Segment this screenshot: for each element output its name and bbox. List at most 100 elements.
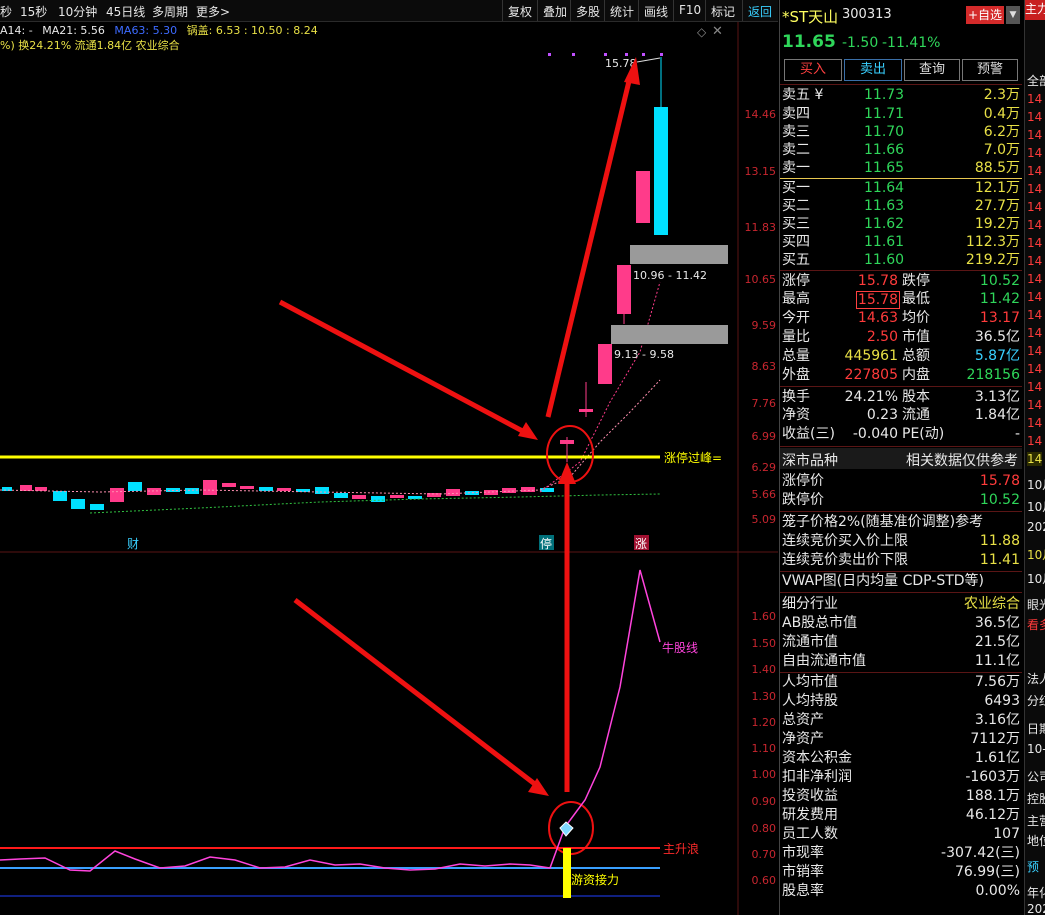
cell-text: 1.61亿 xyxy=(974,750,1020,766)
hot-money-bar xyxy=(563,848,571,898)
cell-text: 人均市值 xyxy=(782,674,838,690)
kline-chart[interactable]: 涨停过峰= 10.96 - 11.42 9.13 - 9.58 15.78 财 … xyxy=(0,22,778,915)
period-15s[interactable]: 15秒 xyxy=(20,3,47,20)
side-panel-truncated[interactable]: 主力 全部 14 14 14 14 14 14 14 14 14 14 14 1… xyxy=(1024,0,1045,915)
chart-mark xyxy=(259,487,273,491)
fundamental-row: 总资产 3.16亿 xyxy=(780,711,1022,730)
period-multi[interactable]: 多周期 xyxy=(152,3,188,20)
chart-mark xyxy=(636,171,650,223)
buy-button[interactable]: 买入 xyxy=(784,59,842,81)
cell-text: 投资收益 xyxy=(782,788,838,804)
axis-label: 1.40 xyxy=(751,663,777,676)
chart-mark xyxy=(90,504,104,510)
marker-cai[interactable]: 财 xyxy=(127,537,139,551)
bid-row: 买五 11.60 219.2万 xyxy=(780,251,1022,270)
ask-row: 卖五 ¥ 11.73 2.3万 xyxy=(780,86,1022,105)
cell-text: 11.70 xyxy=(864,124,905,140)
stats-button[interactable]: 统计 xyxy=(604,0,639,21)
stock-code: 300313 xyxy=(842,7,892,22)
overlay-button[interactable]: 叠加 xyxy=(537,0,572,21)
cell-text: 11.62 xyxy=(864,216,905,232)
period-45day[interactable]: 45日线 xyxy=(106,3,145,20)
cell-text: 445961 xyxy=(844,348,898,364)
chart-mark xyxy=(540,488,554,492)
cell-text: 11.66 xyxy=(864,142,905,158)
axis-label: 11.83 xyxy=(744,221,777,234)
pointer-arrow-upper xyxy=(278,299,532,438)
limit-line-label: 涨停过峰= xyxy=(664,450,722,465)
cell-text: 总额 xyxy=(902,348,930,364)
bid-row: 买四 11.61 112.3万 xyxy=(780,233,1022,252)
axis-label: 1.50 xyxy=(751,637,777,650)
tab-main-force[interactable]: 主力 xyxy=(1025,0,1045,20)
cell-text: 卖一 xyxy=(782,160,810,176)
candles-base xyxy=(2,480,554,510)
chart-mark xyxy=(636,57,661,63)
cell-text: 7112万 xyxy=(970,731,1020,747)
tab-all[interactable]: 全部 xyxy=(1027,72,1045,89)
cell-text: 市销率 xyxy=(782,864,824,880)
period-more[interactable]: 更多> xyxy=(196,3,230,20)
chart-mark xyxy=(334,493,348,498)
cell-text: 涨停 xyxy=(782,273,810,289)
draw-line-button[interactable]: 画线 xyxy=(638,0,673,21)
ma14-line xyxy=(539,281,661,493)
cell-text: 0.23 xyxy=(866,407,898,423)
back-button[interactable]: 返回 xyxy=(742,0,777,21)
fundamental-row: 员工人数 107 xyxy=(780,825,1022,844)
chevron-down-icon[interactable]: ▼ xyxy=(1006,6,1020,24)
cell-text: 14 xyxy=(1027,434,1043,448)
vwap-link[interactable]: VWAP图(日内均量 CDP-STD等) xyxy=(780,572,1022,591)
cell-text: 卖三 xyxy=(782,124,810,140)
cell-text: 市现率 xyxy=(782,845,824,861)
period-10min[interactable]: 10分钟 xyxy=(58,3,97,20)
query-button[interactable]: 查询 xyxy=(904,59,960,81)
cell-text: 11.42 xyxy=(979,291,1020,307)
alert-button[interactable]: 预警 xyxy=(962,59,1018,81)
cell-text: 笼子价格2%(随基准价调整)参考 xyxy=(782,514,984,530)
cell-text: 控股 xyxy=(1027,792,1045,806)
stock-name: *ST天山 xyxy=(782,8,839,26)
cell-text: 218156 xyxy=(966,367,1020,383)
cell-text: 流通市值 xyxy=(782,634,838,650)
chart-mark xyxy=(654,107,668,235)
chart-mark xyxy=(518,422,538,440)
price-change-pct: -11.41% xyxy=(882,35,941,51)
cell-text: -0.040 xyxy=(852,426,898,442)
marker-zhang[interactable]: 涨 xyxy=(635,536,647,551)
marker-ting[interactable]: 停 xyxy=(540,536,552,551)
axis-label: 0.60 xyxy=(751,874,777,887)
cell-text: 最高 xyxy=(782,291,810,307)
cell-text: 13.17 xyxy=(979,310,1020,326)
bull-line-curve xyxy=(0,569,661,872)
chart-mark xyxy=(53,491,67,501)
cell-text: 14 xyxy=(1027,344,1043,358)
axis-label: 14.46 xyxy=(744,108,777,121)
fundamental-row: 净资产 7112万 xyxy=(780,730,1022,749)
cell-text: 买三 xyxy=(782,216,810,232)
axis-label: 0.80 xyxy=(751,822,777,835)
cell-text: 5.87亿 xyxy=(974,348,1020,364)
chart-mark xyxy=(222,483,236,487)
cell-text: 11.65 xyxy=(864,160,905,176)
cell-text: 量比 xyxy=(782,329,810,345)
cell-text: 3.16亿 xyxy=(974,712,1020,728)
period-second[interactable]: 秒 xyxy=(0,3,12,20)
f10-button[interactable]: F10 xyxy=(673,0,706,21)
quote-row: 最高 15.78 最低 11.42 xyxy=(780,290,1022,309)
mark-button[interactable]: 标记 xyxy=(705,0,740,21)
sell-button[interactable]: 卖出 xyxy=(844,59,902,81)
multi-stock-button[interactable]: 多股 xyxy=(570,0,605,21)
cell-text: 36.5亿 xyxy=(974,329,1020,345)
fundamental-row: 人均持股 6493 xyxy=(780,692,1022,711)
cell-text: 地位 xyxy=(1027,834,1045,848)
fuquan-button[interactable]: 复权 xyxy=(502,0,537,21)
cell-text: 今开 xyxy=(782,310,810,326)
bid-row: 买一 11.64 12.1万 xyxy=(780,179,1022,198)
cell-text: 15.78 xyxy=(979,473,1020,489)
chart-mark xyxy=(71,499,85,509)
cell-text: 19.2万 xyxy=(974,216,1020,232)
add-favorite-button[interactable]: +自选 xyxy=(966,6,1004,24)
chart-mark xyxy=(572,53,575,56)
chart-mark xyxy=(598,344,612,384)
